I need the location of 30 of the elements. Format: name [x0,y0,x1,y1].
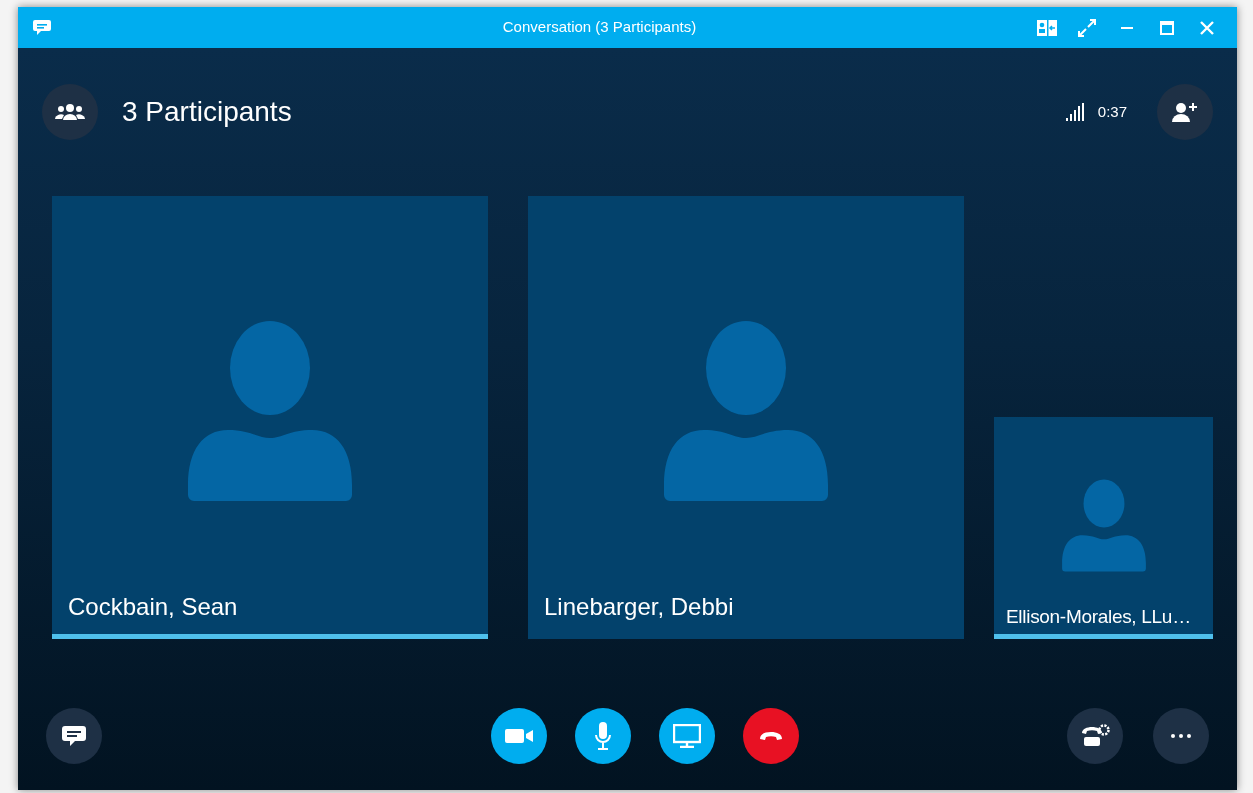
add-participant-button[interactable] [1157,84,1213,140]
participants-heading: 3 Participants [122,95,293,129]
chat-button[interactable] [46,708,102,764]
participant-name: Ellison-Morales, LLu… [1006,604,1191,629]
participant-tile[interactable]: Ellison-Morales, LLu… [994,417,1213,639]
avatar-icon [188,320,352,502]
call-timer: 0:37 [1097,101,1127,122]
microphone-icon [593,722,612,750]
chat-icon [61,724,87,748]
full-screen-icon [1078,18,1096,37]
participant-name: Cockbain, Sean [68,592,238,622]
chat-icon [32,18,52,37]
video-icon [504,728,533,744]
avatar-icon [1061,479,1146,572]
maximize-icon [1160,20,1174,35]
add-participant-icon [1172,102,1198,122]
hang-up-icon [757,730,784,742]
signal-icon [1065,103,1086,121]
close-icon [1200,20,1214,35]
avatar-icon [664,320,828,502]
window-title: Conversation (3 Participants) [501,17,698,38]
more-options-icon [1171,734,1191,738]
screen-share-icon [672,724,701,748]
participants-button[interactable] [42,84,98,140]
call-controls-button[interactable] [1067,708,1123,764]
pop-out-icon [1036,18,1058,37]
participant-name: Linebarger, Debbi [544,592,734,622]
participants-icon [55,103,85,121]
participant-tile[interactable]: Linebarger, Debbi [528,196,964,639]
participant-tile[interactable]: Cockbain, Sean [52,196,488,639]
